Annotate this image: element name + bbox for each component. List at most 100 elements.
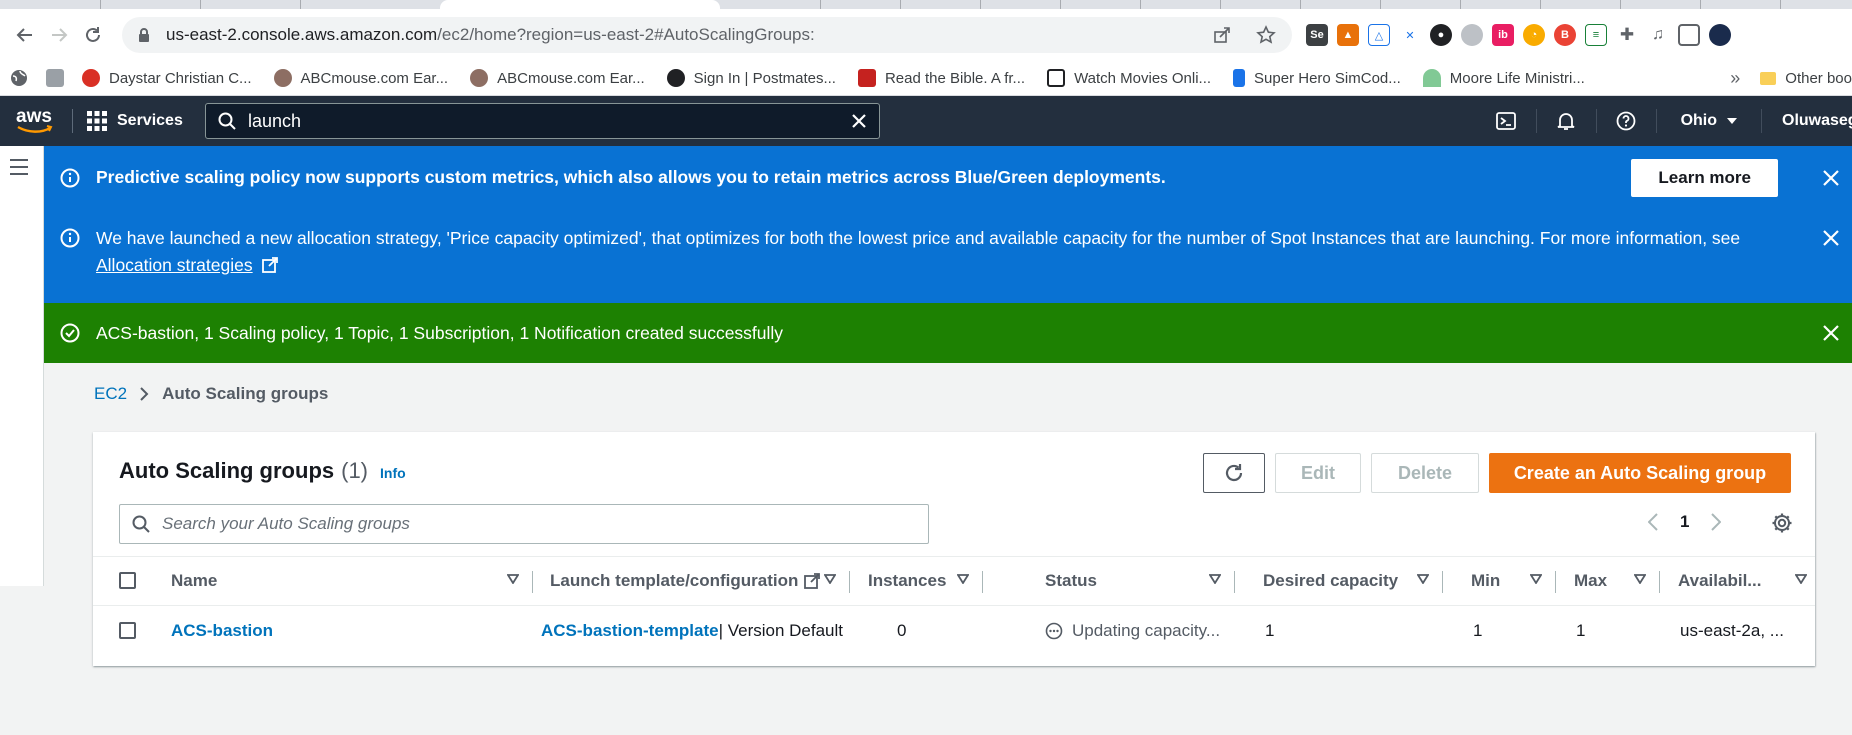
bookmark-item[interactable]: Super Hero SimCod... xyxy=(1233,69,1401,87)
launch-template-link[interactable]: ACS-bastion-template xyxy=(541,621,719,641)
chevron-right-icon[interactable] xyxy=(1711,513,1722,531)
aws-search-box xyxy=(205,103,880,139)
info-link[interactable]: Info xyxy=(380,465,406,481)
help-icon[interactable] xyxy=(1597,109,1657,133)
bookmark-item[interactable]: Sign In | Postmates... xyxy=(666,69,836,87)
clear-search-icon[interactable] xyxy=(851,113,867,129)
forward-arrow-icon[interactable] xyxy=(42,18,76,52)
external-link-icon xyxy=(804,573,821,589)
bookmark-item[interactable]: Daystar Christian C... xyxy=(82,69,252,87)
close-icon[interactable] xyxy=(1822,229,1844,247)
media-control-icon[interactable]: ♫ xyxy=(1647,24,1669,46)
lock-icon xyxy=(138,27,154,43)
create-auto-scaling-group-button[interactable]: Create an Auto Scaling group xyxy=(1489,453,1791,493)
column-header-launch-template[interactable]: Launch template/configuration xyxy=(550,557,850,605)
column-header-name[interactable]: Name xyxy=(171,557,533,605)
bookmarks-overflow-button[interactable]: » xyxy=(1730,68,1740,89)
account-menu[interactable]: Oluwaseg xyxy=(1762,112,1852,130)
select-all-checkbox[interactable] xyxy=(119,572,136,589)
column-header-status[interactable]: Status xyxy=(1045,557,1235,605)
extension-icon[interactable]: ◔ xyxy=(1523,24,1545,46)
bookmark-item[interactable]: ABCmouse.com Ear... xyxy=(273,69,448,87)
close-icon[interactable] xyxy=(1822,324,1844,342)
extension-icon[interactable]: △ xyxy=(1368,24,1390,46)
bookmark-item[interactable]: ABCmouse.com Ear... xyxy=(470,69,645,87)
column-header-desired-capacity[interactable]: Desired capacity xyxy=(1263,557,1443,605)
profile-avatar[interactable] xyxy=(1709,24,1731,46)
bookmark-favicon xyxy=(666,69,685,87)
sort-caret-icon xyxy=(1530,574,1542,584)
bookmark-item[interactable]: Moore Life Ministri... xyxy=(1422,69,1585,87)
extension-icon[interactable]: ● xyxy=(1430,24,1452,46)
globe-icon[interactable] xyxy=(10,69,28,87)
cloudshell-icon[interactable] xyxy=(1477,109,1537,133)
extension-icon[interactable]: ≡ xyxy=(1585,24,1607,46)
caret-down-icon xyxy=(1727,118,1737,124)
notifications-bell-icon[interactable] xyxy=(1537,109,1597,133)
asg-name-link[interactable]: ACS-bastion xyxy=(171,621,273,641)
info-icon xyxy=(60,168,82,188)
desired-capacity-value: 1 xyxy=(1265,621,1275,640)
extension-icon[interactable]: B xyxy=(1554,24,1576,46)
sort-caret-icon xyxy=(507,574,519,584)
edit-button[interactable]: Edit xyxy=(1275,453,1361,493)
bookmark-favicon xyxy=(1233,69,1246,87)
close-icon[interactable] xyxy=(1822,169,1844,187)
chevron-left-icon[interactable] xyxy=(1648,513,1658,531)
gear-icon[interactable] xyxy=(1771,512,1793,534)
success-flash: ACS-bastion, 1 Scaling policy, 1 Topic, … xyxy=(44,303,1852,363)
services-menu-button[interactable]: Services xyxy=(87,111,183,131)
bookmark-favicon xyxy=(470,69,489,87)
reload-icon[interactable] xyxy=(76,18,110,52)
table-row[interactable]: ACS-bastion ACS-bastion-template | Versi… xyxy=(93,606,1815,656)
extension-icon[interactable] xyxy=(1461,24,1483,46)
learn-more-button[interactable]: Learn more xyxy=(1631,158,1778,197)
sort-caret-icon xyxy=(824,574,836,584)
bookmark-favicon xyxy=(1047,69,1066,87)
selenium-extension-icon[interactable]: Se xyxy=(1306,24,1328,46)
side-panel-icon[interactable] xyxy=(1678,24,1700,46)
address-bar[interactable]: us-east-2.console.aws.amazon.com/ec2/hom… xyxy=(122,17,1292,53)
info-flash-allocation-strategy: We have launched a new allocation strate… xyxy=(44,209,1852,303)
column-header-min[interactable]: Min xyxy=(1471,557,1556,605)
search-auto-scaling-groups-input[interactable] xyxy=(162,514,928,534)
delete-button[interactable]: Delete xyxy=(1371,453,1479,493)
refresh-button[interactable] xyxy=(1203,453,1265,493)
external-link-icon xyxy=(261,257,278,273)
extension-icon[interactable]: ✕ xyxy=(1399,24,1421,46)
column-header-availability-zones[interactable]: Availabil... xyxy=(1678,557,1815,605)
back-arrow-icon[interactable] xyxy=(8,18,42,52)
extension-icon[interactable]: ib xyxy=(1492,24,1514,46)
search-icon xyxy=(218,112,236,130)
puzzle-extensions-icon[interactable]: ✚ xyxy=(1616,24,1638,46)
sort-caret-icon xyxy=(957,574,969,584)
breadcrumb-current: Auto Scaling groups xyxy=(162,384,329,403)
aws-logo[interactable]: aws xyxy=(16,107,56,133)
bookmark-item[interactable]: Read the Bible. A fr... xyxy=(857,69,1025,87)
share-icon[interactable] xyxy=(1212,25,1234,45)
info-icon xyxy=(60,228,82,248)
breadcrumb: EC2 Auto Scaling groups xyxy=(94,384,328,404)
column-header-instances[interactable]: Instances xyxy=(868,557,983,605)
folder-icon xyxy=(1760,71,1777,85)
url-text: us-east-2.console.aws.amazon.com/ec2/hom… xyxy=(166,25,815,44)
aws-search-input[interactable] xyxy=(248,110,851,132)
page-number[interactable]: 1 xyxy=(1680,512,1689,532)
bookmark-star-icon[interactable] xyxy=(1256,25,1278,45)
bookmark-app-icon[interactable] xyxy=(46,69,64,87)
allocation-strategies-link[interactable]: Allocation strategies xyxy=(96,255,253,275)
min-value: 1 xyxy=(1473,621,1483,640)
row-checkbox[interactable] xyxy=(119,622,136,639)
region-selector[interactable]: Ohio xyxy=(1657,109,1762,133)
breadcrumb-ec2-link[interactable]: EC2 xyxy=(94,384,127,404)
hamburger-menu-icon[interactable] xyxy=(9,158,43,176)
instances-value: 0 xyxy=(897,621,907,640)
auto-scaling-groups-panel: Auto Scaling groups (1) Info Edit Delete… xyxy=(93,432,1815,666)
active-tab[interactable] xyxy=(440,0,720,9)
column-header-max[interactable]: Max xyxy=(1574,557,1660,605)
extension-icon[interactable]: ▲ xyxy=(1337,24,1359,46)
extensions-bar: Se ▲ △ ✕ ● ib ◔ B ≡ ✚ ♫ xyxy=(1306,24,1731,46)
other-bookmarks-folder[interactable]: Other boo xyxy=(1760,70,1852,87)
bookmark-item[interactable]: Watch Movies Onli... xyxy=(1047,69,1211,87)
table-search xyxy=(119,504,929,544)
